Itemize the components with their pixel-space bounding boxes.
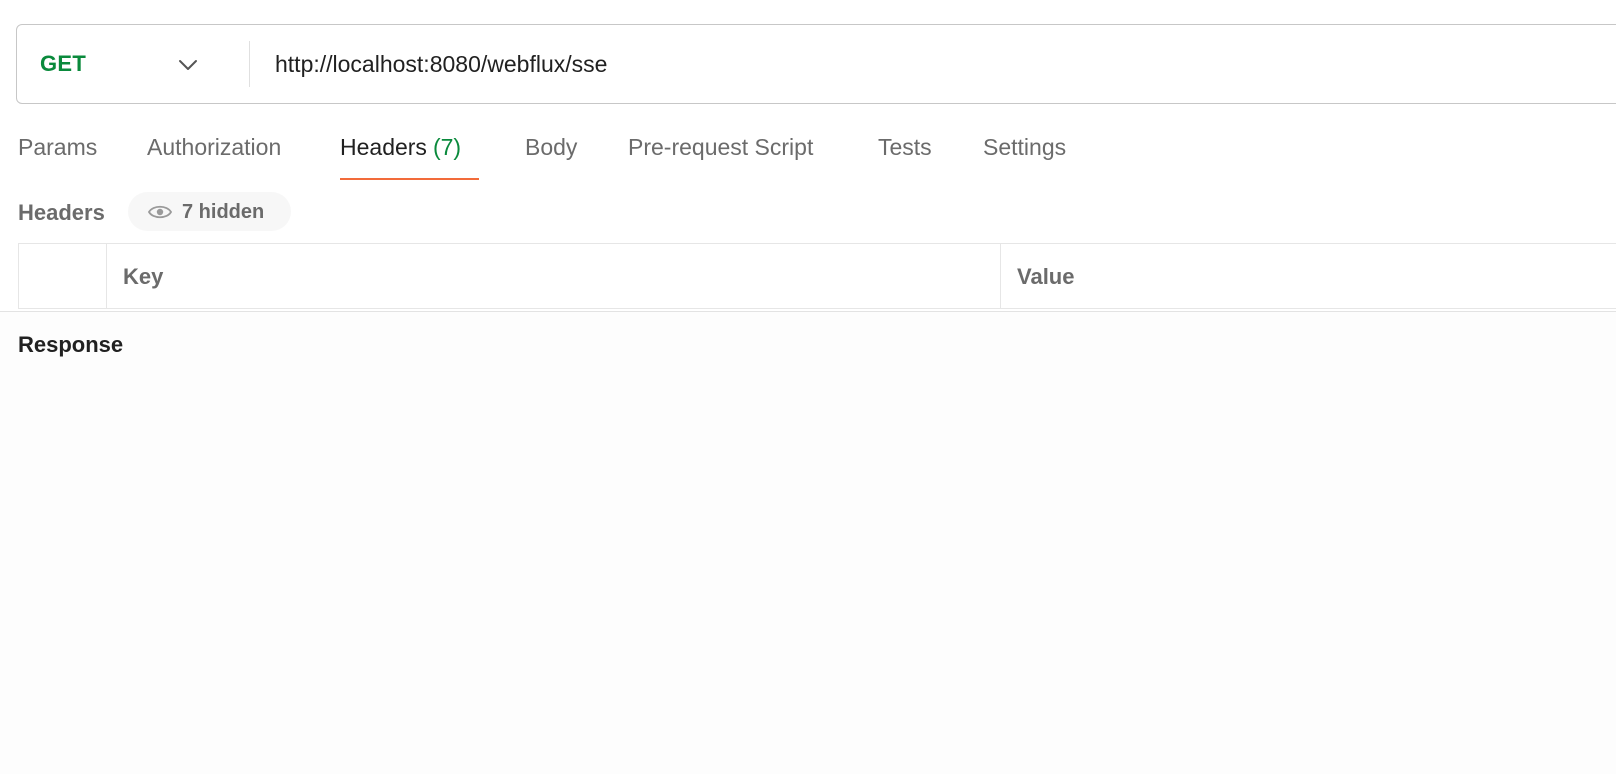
tab-authorization[interactable]: Authorization [147, 134, 281, 161]
tab-body[interactable]: Body [525, 134, 577, 161]
method-label: GET [40, 51, 87, 76]
url-bar: GET [16, 24, 1616, 104]
tab-authorization-label: Authorization [147, 134, 282, 160]
tab-pre-request-script-label: Pre-request Script [628, 134, 814, 160]
tab-settings-label: Settings [983, 134, 1067, 160]
active-tab-indicator [340, 178, 479, 180]
tab-headers[interactable]: Headers (7) [340, 134, 461, 161]
tab-params[interactable]: Params [18, 134, 97, 161]
value-column-label: Value [1017, 264, 1075, 289]
url-input[interactable] [275, 39, 1616, 89]
headers-table: Key Value [18, 243, 1616, 309]
headers-section-title: Headers [18, 200, 105, 225]
response-title: Response [18, 332, 124, 357]
tab-tests[interactable]: Tests [878, 134, 932, 161]
tab-tests-label: Tests [878, 134, 932, 160]
table-header-checkbox-column [19, 244, 107, 308]
method-select[interactable]: GET [17, 25, 233, 103]
tab-body-label: Body [525, 134, 578, 160]
method-divider [249, 41, 250, 87]
hidden-headers-label: 7 hidden [182, 201, 265, 223]
tab-params-label: Params [18, 134, 98, 160]
eye-icon [148, 205, 172, 219]
hidden-headers-toggle[interactable]: 7 hidden [128, 192, 291, 231]
response-pane: Response [0, 312, 1616, 774]
tab-pre-request-script[interactable]: Pre-request Script [628, 134, 813, 161]
table-header-value: Value [1001, 244, 1616, 308]
key-column-label: Key [123, 264, 164, 289]
table-header-key: Key [107, 244, 1001, 308]
chevron-down-icon [179, 60, 197, 70]
tab-headers-label: Headers [340, 134, 427, 160]
tab-settings[interactable]: Settings [983, 134, 1066, 161]
tab-headers-count: (7) [432, 134, 462, 160]
request-editor: GET Params Authorization Headers(7) Body… [0, 0, 1616, 774]
request-tabs: Params Authorization Headers (7) Body Pre… [0, 128, 1616, 184]
